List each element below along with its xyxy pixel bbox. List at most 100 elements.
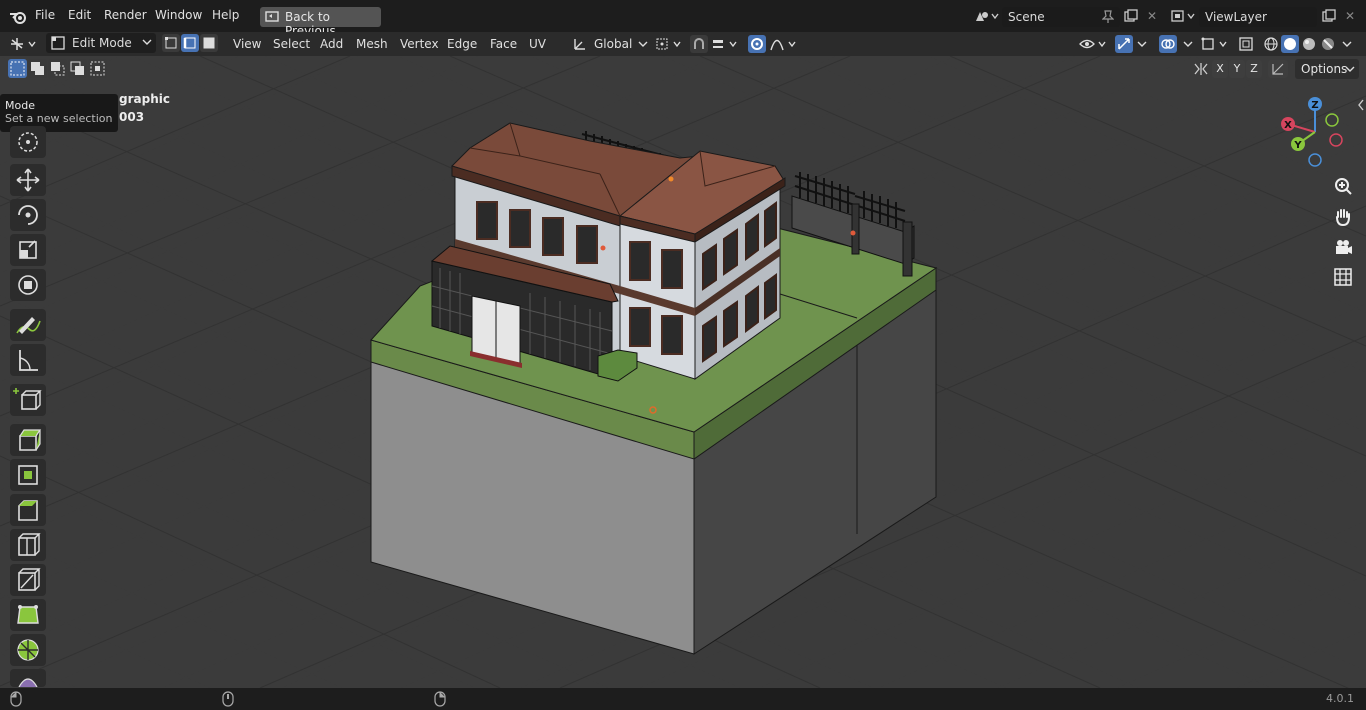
menu-window[interactable]: Window: [155, 8, 202, 22]
close-view-layer-icon[interactable]: ✕: [1342, 8, 1358, 24]
tool-move[interactable]: [10, 164, 46, 196]
new-scene-icon[interactable]: [1122, 8, 1140, 24]
tool-measure[interactable]: [10, 344, 46, 376]
edge-select-button[interactable]: [181, 34, 199, 52]
navigation-gizmo[interactable]: Z X Y: [1280, 94, 1350, 174]
collapse-sidebar-icon[interactable]: [1356, 98, 1366, 112]
tool-spin[interactable]: [10, 634, 46, 666]
header-menu-mesh[interactable]: Mesh: [356, 37, 388, 51]
header-menu-face[interactable]: Face: [490, 37, 517, 51]
tool-transform[interactable]: [10, 269, 46, 301]
status-bar: 4.0.1: [0, 688, 1366, 710]
menu-help[interactable]: Help: [212, 8, 239, 22]
tool-bevel[interactable]: [10, 494, 46, 526]
mirror-icon[interactable]: [1192, 61, 1210, 77]
viewport-3d[interactable]: [0, 56, 1366, 688]
camera-view-icon[interactable]: [1330, 234, 1356, 260]
face-select-button[interactable]: [200, 34, 218, 52]
xray-icon[interactable]: [1237, 35, 1255, 53]
tool-extrude[interactable]: [10, 424, 46, 456]
mirror-y-button[interactable]: Y: [1229, 60, 1245, 78]
solid-shading-icon[interactable]: [1281, 35, 1299, 53]
tool-cursor[interactable]: [10, 126, 46, 158]
chevron-down-icon[interactable]: [1183, 40, 1193, 48]
screen-icon: [265, 10, 279, 24]
options-dropdown[interactable]: Options: [1295, 59, 1359, 79]
object-origin-dot: [600, 245, 606, 251]
header-menu-add[interactable]: Add: [320, 37, 343, 51]
tooltip-title: Mode: [5, 99, 35, 112]
blender-logo-icon[interactable]: [8, 7, 28, 27]
edit-mode-icon: [51, 36, 65, 50]
tool-inset[interactable]: [10, 459, 46, 491]
mode-dropdown[interactable]: Edit Mode: [46, 33, 156, 53]
left-toolbar: [8, 124, 48, 688]
options-label: Options: [1301, 62, 1348, 76]
tool-loop-cut[interactable]: [10, 529, 46, 561]
view-layer-label: ViewLayer: [1205, 10, 1267, 24]
perspective-toggle-icon[interactable]: [1330, 264, 1356, 290]
tool-annotate[interactable]: [10, 309, 46, 341]
scene-icon[interactable]: [972, 8, 1000, 24]
snap-target-icon[interactable]: [711, 36, 741, 52]
gizmo-toggle-icon[interactable]: [1115, 35, 1133, 53]
scene-field[interactable]: Scene: [1002, 7, 1120, 27]
topology-mirror-icon[interactable]: [1268, 60, 1288, 78]
chevron-down-icon[interactable]: [1342, 40, 1352, 48]
header-menu-vertex[interactable]: Vertex: [400, 37, 439, 51]
close-scene-icon[interactable]: ✕: [1144, 8, 1160, 24]
subtract-selection-button[interactable]: [48, 59, 67, 78]
new-view-layer-icon[interactable]: [1320, 8, 1338, 24]
chevron-down-icon: [1345, 65, 1355, 73]
selection-mode-buttons: [8, 59, 107, 79]
extend-selection-button[interactable]: [28, 59, 47, 78]
back-to-previous-button[interactable]: Back to Previous: [260, 7, 381, 38]
header-menu-uv[interactable]: UV: [529, 37, 546, 51]
view-layer-field[interactable]: ViewLayer: [1199, 7, 1317, 27]
orientation-label[interactable]: Global: [594, 37, 632, 51]
viewport-header: Edit Mode View Select Add Mesh Vertex Ed…: [0, 32, 1366, 56]
invert-selection-button[interactable]: [68, 59, 87, 78]
header-menu-select[interactable]: Select: [273, 37, 310, 51]
vertex-select-button[interactable]: [162, 34, 180, 52]
visibility-icon[interactable]: [1078, 36, 1110, 52]
zoom-icon[interactable]: [1330, 174, 1356, 200]
menu-edit[interactable]: Edit: [68, 8, 91, 22]
tool-knife[interactable]: [10, 564, 46, 596]
house[interactable]: [430, 122, 786, 382]
proportional-editing-icon[interactable]: [748, 35, 766, 53]
transform-orientation-icon[interactable]: [572, 36, 588, 52]
header-menu-edge[interactable]: Edge: [447, 37, 477, 51]
overlays-icon[interactable]: [1159, 35, 1177, 53]
mirror-z-button[interactable]: Z: [1246, 60, 1262, 78]
tool-poly-build[interactable]: [10, 599, 46, 631]
pivot-point-icon[interactable]: [655, 36, 685, 52]
tool-rotate[interactable]: [10, 199, 46, 231]
falloff-icon[interactable]: [770, 36, 800, 52]
set-new-selection-button[interactable]: [8, 59, 27, 78]
gizmo-neg-y-circle[interactable]: [1329, 133, 1343, 147]
mirror-x-button[interactable]: X: [1212, 60, 1228, 78]
mesh-edit-overlays-icon[interactable]: [1200, 36, 1232, 52]
editor-type-icon[interactable]: [8, 36, 40, 52]
pin-icon[interactable]: [1102, 10, 1114, 24]
header-menu-view[interactable]: View: [233, 37, 261, 51]
rendered-shading-icon[interactable]: [1319, 35, 1337, 53]
snap-icon[interactable]: [690, 35, 708, 53]
pan-hand-icon[interactable]: [1330, 204, 1356, 230]
intersect-selection-button[interactable]: [88, 59, 107, 78]
chevron-down-icon[interactable]: [638, 40, 648, 48]
chevron-down-icon[interactable]: [1137, 40, 1147, 48]
gizmo-neg-x-circle[interactable]: [1325, 113, 1339, 127]
view-layer-icon[interactable]: [1169, 8, 1197, 24]
tool-scale[interactable]: [10, 234, 46, 266]
gizmo-neg-z-circle[interactable]: [1308, 153, 1322, 167]
viewport-info-line1: graphic: [119, 92, 170, 106]
tool-add-cube[interactable]: [10, 384, 46, 416]
tool-smooth[interactable]: [10, 669, 46, 687]
wireframe-shading-icon[interactable]: [1262, 35, 1280, 53]
material-shading-icon[interactable]: [1300, 35, 1318, 53]
viewport-info-line2: 003: [119, 110, 145, 124]
menu-render[interactable]: Render: [104, 8, 147, 22]
menu-file[interactable]: File: [35, 8, 55, 22]
